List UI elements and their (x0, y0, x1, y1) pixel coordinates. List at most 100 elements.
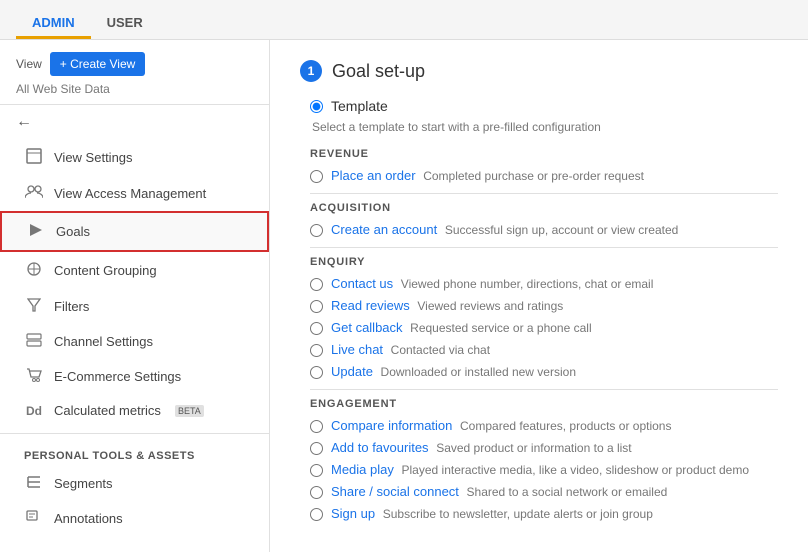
sidebar-item-annotations[interactable]: Annotations (0, 501, 269, 536)
option-desc: Viewed phone number, directions, chat or… (401, 277, 654, 291)
option-desc: Contacted via chat (391, 343, 490, 357)
goal-setup-header: 1 Goal set-up (300, 60, 778, 82)
sidebar-item-label: Annotations (54, 511, 123, 526)
option-name: Place an order (331, 168, 416, 183)
option-desc: Played interactive media, like a video, … (402, 463, 750, 477)
option-row-create-account: Create an account Successful sign up, ac… (310, 222, 778, 237)
back-button[interactable]: ← (0, 105, 269, 139)
section-divider (310, 193, 778, 194)
option-text: Sign up Subscribe to newsletter, update … (331, 506, 653, 521)
option-row-sign-up: Sign up Subscribe to newsletter, update … (310, 506, 778, 521)
create-view-button[interactable]: + Create View (50, 52, 146, 76)
update-radio[interactable] (310, 366, 323, 379)
option-text: Add to favourites Saved product or infor… (331, 440, 632, 455)
content-grouping-icon (24, 261, 44, 280)
compare-info-radio[interactable] (310, 420, 323, 433)
personal-tools-section-title: PERSONAL TOOLS & ASSETS (0, 440, 269, 466)
option-row-media-play: Media play Played interactive media, lik… (310, 462, 778, 477)
ecommerce-settings-icon (24, 368, 44, 385)
sidebar-item-label: Goals (56, 224, 90, 239)
sidebar-item-label: Content Grouping (54, 263, 157, 278)
main-content: 1 Goal set-up Template Select a template… (270, 40, 808, 552)
enquiry-section-label: ENQUIRY (310, 256, 778, 268)
sidebar-item-label: Filters (54, 299, 89, 314)
calculated-metrics-icon: Dd (24, 404, 44, 418)
sidebar-item-label: E-Commerce Settings (54, 369, 181, 384)
sidebar-item-label: Channel Settings (54, 334, 153, 349)
section-divider (310, 389, 778, 390)
option-name: Contact us (331, 276, 393, 291)
sign-up-radio[interactable] (310, 508, 323, 521)
sidebar-divider (0, 433, 269, 434)
get-callback-radio[interactable] (310, 322, 323, 335)
option-text: Compare information Compared features, p… (331, 418, 671, 433)
option-name: Create an account (331, 222, 437, 237)
sidebar-item-label: View Access Management (54, 186, 206, 201)
sidebar-item-label: Calculated metrics (54, 403, 161, 418)
option-name: Read reviews (331, 298, 410, 313)
option-text: Media play Played interactive media, lik… (331, 462, 749, 477)
option-text: Share / social connect Shared to a socia… (331, 484, 667, 499)
option-name: Live chat (331, 342, 383, 357)
option-name: Share / social connect (331, 484, 459, 499)
place-an-order-radio[interactable] (310, 170, 323, 183)
option-row-get-callback: Get callback Requested service or a phon… (310, 320, 778, 335)
option-name: Get callback (331, 320, 403, 335)
option-row-share-social: Share / social connect Shared to a socia… (310, 484, 778, 499)
option-row-read-reviews: Read reviews Viewed reviews and ratings (310, 298, 778, 313)
media-play-radio[interactable] (310, 464, 323, 477)
option-desc: Successful sign up, account or view crea… (445, 223, 678, 237)
option-desc: Viewed reviews and ratings (417, 299, 563, 313)
option-text: Update Downloaded or installed new versi… (331, 364, 576, 379)
option-desc: Shared to a social network or emailed (467, 485, 668, 499)
template-option: Template (310, 98, 778, 114)
option-name: Update (331, 364, 373, 379)
option-desc: Completed purchase or pre-order request (423, 169, 644, 183)
goals-icon (26, 222, 46, 241)
template-radio[interactable] (310, 100, 323, 113)
template-section: Template Select a template to start with… (310, 98, 778, 521)
filters-icon (24, 298, 44, 315)
sidebar-item-label: View Settings (54, 150, 133, 165)
section-divider (310, 247, 778, 248)
tab-admin[interactable]: ADMIN (16, 7, 91, 39)
sidebar-item-filters[interactable]: Filters (0, 289, 269, 324)
option-text: Live chat Contacted via chat (331, 342, 490, 357)
option-text: Get callback Requested service or a phon… (331, 320, 592, 335)
contact-us-radio[interactable] (310, 278, 323, 291)
option-name: Media play (331, 462, 394, 477)
option-name: Compare information (331, 418, 452, 433)
option-name: Add to favourites (331, 440, 429, 455)
sidebar-item-ecommerce-settings[interactable]: E-Commerce Settings (0, 359, 269, 394)
top-navigation: ADMIN USER (0, 0, 808, 40)
template-label: Template (331, 98, 388, 114)
site-name: All Web Site Data (0, 80, 269, 105)
tab-user[interactable]: USER (91, 7, 159, 39)
option-text: Place an order Completed purchase or pre… (331, 168, 644, 183)
main-layout: View + Create View All Web Site Data ← V… (0, 40, 808, 552)
sidebar-item-view-access-management[interactable]: View Access Management (0, 176, 269, 211)
engagement-section-label: ENGAGEMENT (310, 398, 778, 410)
sidebar-item-segments[interactable]: Segments (0, 466, 269, 501)
live-chat-radio[interactable] (310, 344, 323, 357)
sidebar-item-content-grouping[interactable]: Content Grouping (0, 252, 269, 289)
template-desc: Select a template to start with a pre-fi… (312, 120, 778, 134)
sidebar-item-view-settings[interactable]: View Settings (0, 139, 269, 176)
sidebar-header: View + Create View (0, 40, 269, 80)
view-access-management-icon (24, 185, 44, 202)
option-row-live-chat: Live chat Contacted via chat (310, 342, 778, 357)
read-reviews-radio[interactable] (310, 300, 323, 313)
option-desc: Saved product or information to a list (436, 441, 631, 455)
add-favourites-radio[interactable] (310, 442, 323, 455)
view-settings-icon (24, 148, 44, 167)
option-row-update: Update Downloaded or installed new versi… (310, 364, 778, 379)
option-text: Create an account Successful sign up, ac… (331, 222, 678, 237)
channel-settings-icon (24, 333, 44, 350)
share-social-radio[interactable] (310, 486, 323, 499)
option-name: Sign up (331, 506, 375, 521)
sidebar-item-goals[interactable]: Goals (0, 211, 269, 252)
create-account-radio[interactable] (310, 224, 323, 237)
sidebar-item-channel-settings[interactable]: Channel Settings (0, 324, 269, 359)
sidebar-item-label: Segments (54, 476, 113, 491)
sidebar-item-calculated-metrics[interactable]: Dd Calculated metrics BETA (0, 394, 269, 427)
